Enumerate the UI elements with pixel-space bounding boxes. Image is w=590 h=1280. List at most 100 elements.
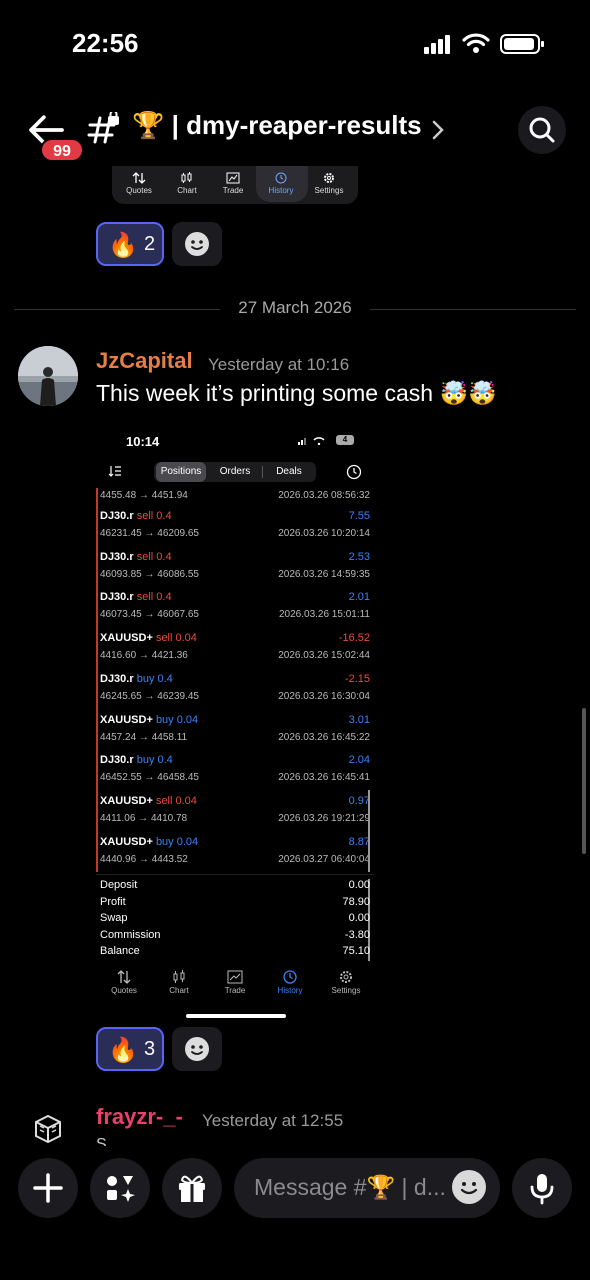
trade-symbol: XAUUSD+ sell 0.04 bbox=[100, 632, 197, 645]
trade-date: 2026.03.26 10:20:14 bbox=[278, 528, 370, 539]
account-summary: Deposit 0.00 Profit 78.90 Swap 0.00 Commission… bbox=[96, 874, 374, 962]
home-indicator bbox=[186, 1014, 286, 1018]
attachment-tab-quotes: Quotes bbox=[96, 970, 152, 995]
trade-side-lot: sell 0.04 bbox=[155, 632, 197, 645]
message-attachment-image[interactable]: 10:14 4 Positions Orders Deals 4455.48 →… bbox=[96, 424, 374, 1020]
summary-value: -3.80 bbox=[344, 928, 370, 941]
attachment-battery-icon: 4 bbox=[336, 435, 354, 445]
summary-row: Swap 0.00 bbox=[96, 912, 374, 929]
attachment-tab-settings: Settings bbox=[318, 970, 374, 995]
trade-side-lot: sell 0.04 bbox=[155, 794, 197, 807]
trade-profit: -2.15 bbox=[344, 672, 370, 685]
locked-channel-hash-icon bbox=[87, 112, 119, 144]
quotes-icon bbox=[132, 172, 146, 184]
attachment-status-time: 10:14 bbox=[126, 434, 160, 449]
trade-profit: -16.52 bbox=[338, 632, 370, 645]
attachment-signal-icon bbox=[298, 437, 325, 445]
message-timestamp: Yesterday at 12:55 bbox=[202, 1111, 344, 1130]
quotes-icon bbox=[117, 970, 131, 984]
smiley-icon bbox=[185, 232, 209, 256]
search-icon bbox=[529, 117, 555, 143]
trade-row: XAUUSD+ buy 0.04 4440.96 → 4443.52 8.87 202… bbox=[96, 832, 374, 872]
emoji-picker-button[interactable] bbox=[452, 1170, 486, 1204]
trade-symbol: DJ30.r buy 0.4 bbox=[100, 754, 173, 767]
trade-row: DJ30.r sell 0.4 46231.45 → 46209.65 7.55 20… bbox=[96, 506, 374, 546]
history-icon bbox=[275, 172, 287, 184]
trade-side-lot: buy 0.4 bbox=[136, 754, 173, 767]
status-bar: 22:56 bbox=[0, 0, 590, 88]
trade-icon bbox=[226, 172, 240, 184]
sort-icon bbox=[108, 466, 121, 477]
fire-emoji: 🔥 bbox=[108, 1037, 138, 1064]
reaction-fire-prev[interactable]: 🔥 2 bbox=[96, 222, 164, 266]
trade-side-lot: buy 0.04 bbox=[155, 835, 199, 848]
segment-separator bbox=[262, 466, 263, 478]
prev-tab-trade: Trade bbox=[210, 172, 256, 195]
channel-emoji: 🏆 bbox=[132, 110, 165, 140]
reaction-count: 3 bbox=[144, 1038, 156, 1060]
apps-icon bbox=[107, 1176, 135, 1202]
chevron-right-icon[interactable] bbox=[432, 120, 444, 140]
trade-row: DJ30.r sell 0.4 46093.85 → 46086.55 2.53 20… bbox=[96, 547, 374, 587]
trade-side-lot: buy 0.04 bbox=[155, 713, 199, 726]
prev-tab-history: History bbox=[258, 172, 304, 195]
trade-date: 2026.03.26 16:45:41 bbox=[278, 772, 370, 784]
trade-prices: 46093.85 → 46086.55 bbox=[100, 568, 199, 580]
avatar[interactable] bbox=[18, 346, 78, 406]
attachment-tab-bar: Quotes Chart Trade History Settings bbox=[96, 970, 374, 1000]
trade-profit: 2.01 bbox=[348, 591, 370, 604]
trade-prices: 46073.45 → 46067.65 bbox=[100, 609, 199, 621]
attachment-tab-trade: Trade bbox=[207, 970, 263, 995]
plus-icon bbox=[33, 1173, 63, 1203]
message-input-placeholder: Message #🏆 | d... bbox=[254, 1174, 446, 1200]
message-input[interactable]: Message #🏆 | d... bbox=[234, 1158, 500, 1218]
date-divider: 27 March 2026 bbox=[14, 298, 576, 320]
trade-date: 2026.03.27 06:40:04 bbox=[278, 853, 370, 865]
gift-button[interactable] bbox=[162, 1158, 222, 1218]
message-username[interactable]: JzCapital bbox=[96, 348, 193, 374]
prev-tab-chart: Chart bbox=[164, 172, 210, 195]
summary-label: Commission bbox=[100, 928, 161, 941]
summary-label: Deposit bbox=[100, 879, 138, 891]
summary-value: 78.90 bbox=[342, 895, 370, 908]
search-button[interactable] bbox=[518, 106, 566, 154]
wifi-icon bbox=[462, 33, 490, 53]
channel-title[interactable]: 🏆 | dmy-reaper-results bbox=[132, 110, 422, 141]
trade-prices: 4411.06 → 4410.78 bbox=[100, 812, 188, 824]
segmented-control: Positions Orders Deals bbox=[154, 462, 316, 482]
apps-button[interactable] bbox=[90, 1158, 150, 1218]
segment-positions: Positions bbox=[156, 462, 206, 482]
add-reaction-button[interactable] bbox=[172, 222, 222, 266]
summary-value: 75.10 bbox=[342, 945, 370, 958]
message-username[interactable]: frayzr-_- bbox=[96, 1104, 183, 1130]
trade-row: DJ30.r buy 0.4 46245.65 → 46239.45 -2.15 20… bbox=[96, 669, 374, 709]
previous-attachment-fragment[interactable]: Quotes Chart Trade History Settings bbox=[112, 166, 358, 204]
summary-label: Profit bbox=[100, 895, 126, 908]
composer-bar: Message #🏆 | d... bbox=[0, 1146, 590, 1280]
attachment-tab-chart: Chart bbox=[151, 970, 207, 995]
reaction-fire[interactable]: 🔥 3 bbox=[96, 1027, 164, 1071]
trade-row-partial: 4455.48 → 4451.94 2026.03.26 08:56:32 bbox=[96, 488, 374, 506]
message-text: This week it’s printing some cash 🤯🤯 bbox=[96, 380, 497, 406]
smiley-icon bbox=[185, 1037, 209, 1061]
summary-row: Deposit 0.00 bbox=[96, 879, 374, 896]
trade-symbol: XAUUSD+ buy 0.04 bbox=[100, 713, 199, 726]
add-attachment-button[interactable] bbox=[18, 1158, 78, 1218]
trade-side-lot: sell 0.4 bbox=[136, 550, 172, 563]
scroll-indicator[interactable] bbox=[582, 708, 586, 854]
trade-prices: 4457.24 → 4458.11 bbox=[100, 731, 188, 743]
voice-message-button[interactable] bbox=[512, 1158, 572, 1218]
trade-symbol: DJ30.r sell 0.4 bbox=[100, 510, 172, 522]
trade-profit: 2.53 bbox=[348, 550, 370, 563]
reaction-count: 2 bbox=[144, 233, 156, 255]
avatar[interactable] bbox=[30, 1112, 66, 1146]
trade-date: 2026.03.26 15:02:44 bbox=[278, 650, 370, 662]
summary-value: 0.00 bbox=[348, 912, 370, 925]
status-time: 22:56 bbox=[72, 28, 139, 58]
prev-tab-settings: Settings bbox=[306, 172, 352, 195]
trade-date: 2026.03.26 19:21:29 bbox=[278, 812, 370, 824]
segment-deals: Deals bbox=[276, 466, 302, 477]
trade-profit: 2.04 bbox=[348, 754, 370, 767]
add-reaction-button[interactable] bbox=[172, 1027, 222, 1071]
channel-name: | dmy-reaper-results bbox=[171, 110, 422, 140]
